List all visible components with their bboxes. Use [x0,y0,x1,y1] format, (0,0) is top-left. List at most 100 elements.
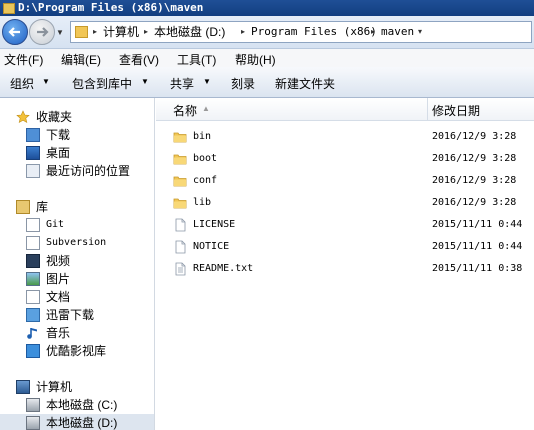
nav-item-label: 本地磁盘 (D:) [46,416,118,430]
breadcrumb-drive-d[interactable]: 本地磁盘 (D:) [154,25,225,39]
file-date: 2015/11/11 0:44 [432,219,523,230]
file-date: 2016/12/9 3:28 [432,175,517,186]
chevron-right-icon[interactable]: ▸ [93,25,97,39]
back-button[interactable] [2,19,28,45]
menu-help[interactable]: 帮助(H) [235,51,276,68]
chevron-down-icon[interactable]: ▼ [42,77,50,86]
window-title: D:\Program Files (x86)\maven [18,1,204,14]
history-dropdown-icon[interactable]: ▼ [56,28,64,37]
chevron-down-icon[interactable]: ▼ [203,77,211,86]
nav-item-label: Subversion [46,237,107,248]
file-row[interactable]: bin 2016/12/9 3:28 [156,126,534,148]
download-library-icon [26,308,40,322]
menu-tools[interactable]: 工具(T) [177,51,216,68]
address-bar-area: ▼ ▸ 计算机 ▸ 本地磁盘 (D:) ▸ Program Files (x86… [0,16,534,49]
breadcrumb-maven[interactable]: maven [381,25,414,39]
arrow-right-icon [37,27,49,37]
folder-icon [3,3,15,14]
file-name: README.txt [193,263,254,274]
document-library-icon [26,218,40,232]
include-library-button[interactable]: 包含到库中 [72,75,132,92]
file-icon [173,218,187,235]
file-row[interactable]: boot 2016/12/9 3:28 [156,148,534,170]
nav-item-label: Git [46,219,65,230]
nav-item-label: 最近访问的位置 [46,164,131,178]
nav-computer-label: 计算机 [36,380,73,394]
menu-view[interactable]: 查看(V) [119,51,159,68]
breadcrumb-computer[interactable]: 计算机 [103,25,139,39]
chevron-right-icon[interactable]: ▸ [144,25,148,39]
file-date: 2015/11/11 0:44 [432,241,523,252]
new-folder-button[interactable]: 新建文件夹 [275,75,335,92]
file-date: 2016/12/9 3:28 [432,153,517,164]
picture-library-icon [26,272,40,286]
chevron-down-icon[interactable]: ▼ [141,77,149,86]
computer-icon [16,380,30,394]
star-icon [16,110,30,124]
column-divider[interactable] [427,98,428,120]
video-library-icon [26,254,40,268]
file-name: NOTICE [193,241,230,252]
organize-button[interactable]: 组织 [10,75,34,92]
chevron-right-icon[interactable]: ▸ [371,25,375,39]
nav-item-label: 本地磁盘 (C:) [46,398,118,412]
video-library-icon [26,344,40,358]
breadcrumb-program-files[interactable]: Program Files (x86) [251,25,377,39]
file-row[interactable]: conf 2016/12/9 3:28 [156,170,534,192]
file-name: boot [193,153,218,164]
menu-file[interactable]: 文件(F) [4,51,43,68]
sort-ascending-icon: ▲ [202,104,210,113]
file-row[interactable]: lib 2016/12/9 3:28 [156,192,534,214]
drive-icon [26,398,40,412]
forward-button[interactable] [29,19,55,45]
address-box[interactable]: ▸ 计算机 ▸ 本地磁盘 (D:) ▸ Program Files (x86) … [70,21,532,43]
file-date: 2016/12/9 3:28 [432,131,517,142]
nav-item-label: 下载 [46,128,71,142]
nav-favorites-label: 收藏夹 [36,110,73,124]
document-library-icon [26,290,40,304]
file-row[interactable]: README.txt 2015/11/11 0:38 [156,258,534,280]
text-file-icon [173,262,187,279]
column-header-date[interactable]: 修改日期 [432,102,480,119]
desktop-icon [26,146,40,160]
file-list-pane: 名称 ▲ 修改日期 bin 2016/12/9 3:28 boot 2016/12/9… [156,98,534,430]
arrow-left-icon [8,27,20,37]
file-name: conf [193,175,218,186]
folder-icon [173,130,187,147]
file-icon [173,240,187,257]
folder-icon [75,26,88,38]
share-button[interactable]: 共享 [170,75,194,92]
file-row[interactable]: NOTICE 2015/11/11 0:44 [156,236,534,258]
drive-icon [26,416,40,430]
nav-item-label: 迅雷下载 [46,308,95,322]
nav-item-label: 桌面 [46,146,71,160]
folder-icon [173,152,187,169]
file-date: 2015/11/11 0:38 [432,263,523,274]
title-bar: D:\Program Files (x86)\maven [0,0,534,16]
music-note-icon [26,326,40,340]
menu-edit[interactable]: 编辑(E) [61,51,101,68]
column-header-name[interactable]: 名称 [173,102,197,119]
folder-icon [173,196,187,213]
chevron-right-icon[interactable]: ▸ [241,25,245,39]
command-bar: 组织 ▼ 包含到库中 ▼ 共享 ▼ 刻录 新建文件夹 [0,67,534,98]
nav-item-label: 音乐 [46,326,71,340]
burn-button[interactable]: 刻录 [231,75,255,92]
file-name: bin [193,131,212,142]
nav-item-label: 图片 [46,272,71,286]
navigation-pane: 收藏夹 下载 桌面 最近访问的位置 库 Git Subversion 视频 图片… [0,98,155,430]
library-icon [16,200,30,214]
folder-icon [173,174,187,191]
nav-libraries-label: 库 [36,200,49,214]
recent-places-icon [26,164,40,178]
file-name: LICENSE [193,219,236,230]
file-row[interactable]: LICENSE 2015/11/11 0:44 [156,214,534,236]
download-folder-icon [26,128,40,142]
nav-item-label: 文档 [46,290,71,304]
document-library-icon [26,236,40,250]
nav-item-label: 优酷影视库 [46,344,107,358]
nav-item-label: 视频 [46,254,71,268]
file-name: lib [193,197,212,208]
chevron-down-icon[interactable]: ▾ [418,25,422,39]
column-header: 名称 ▲ 修改日期 [156,98,534,121]
